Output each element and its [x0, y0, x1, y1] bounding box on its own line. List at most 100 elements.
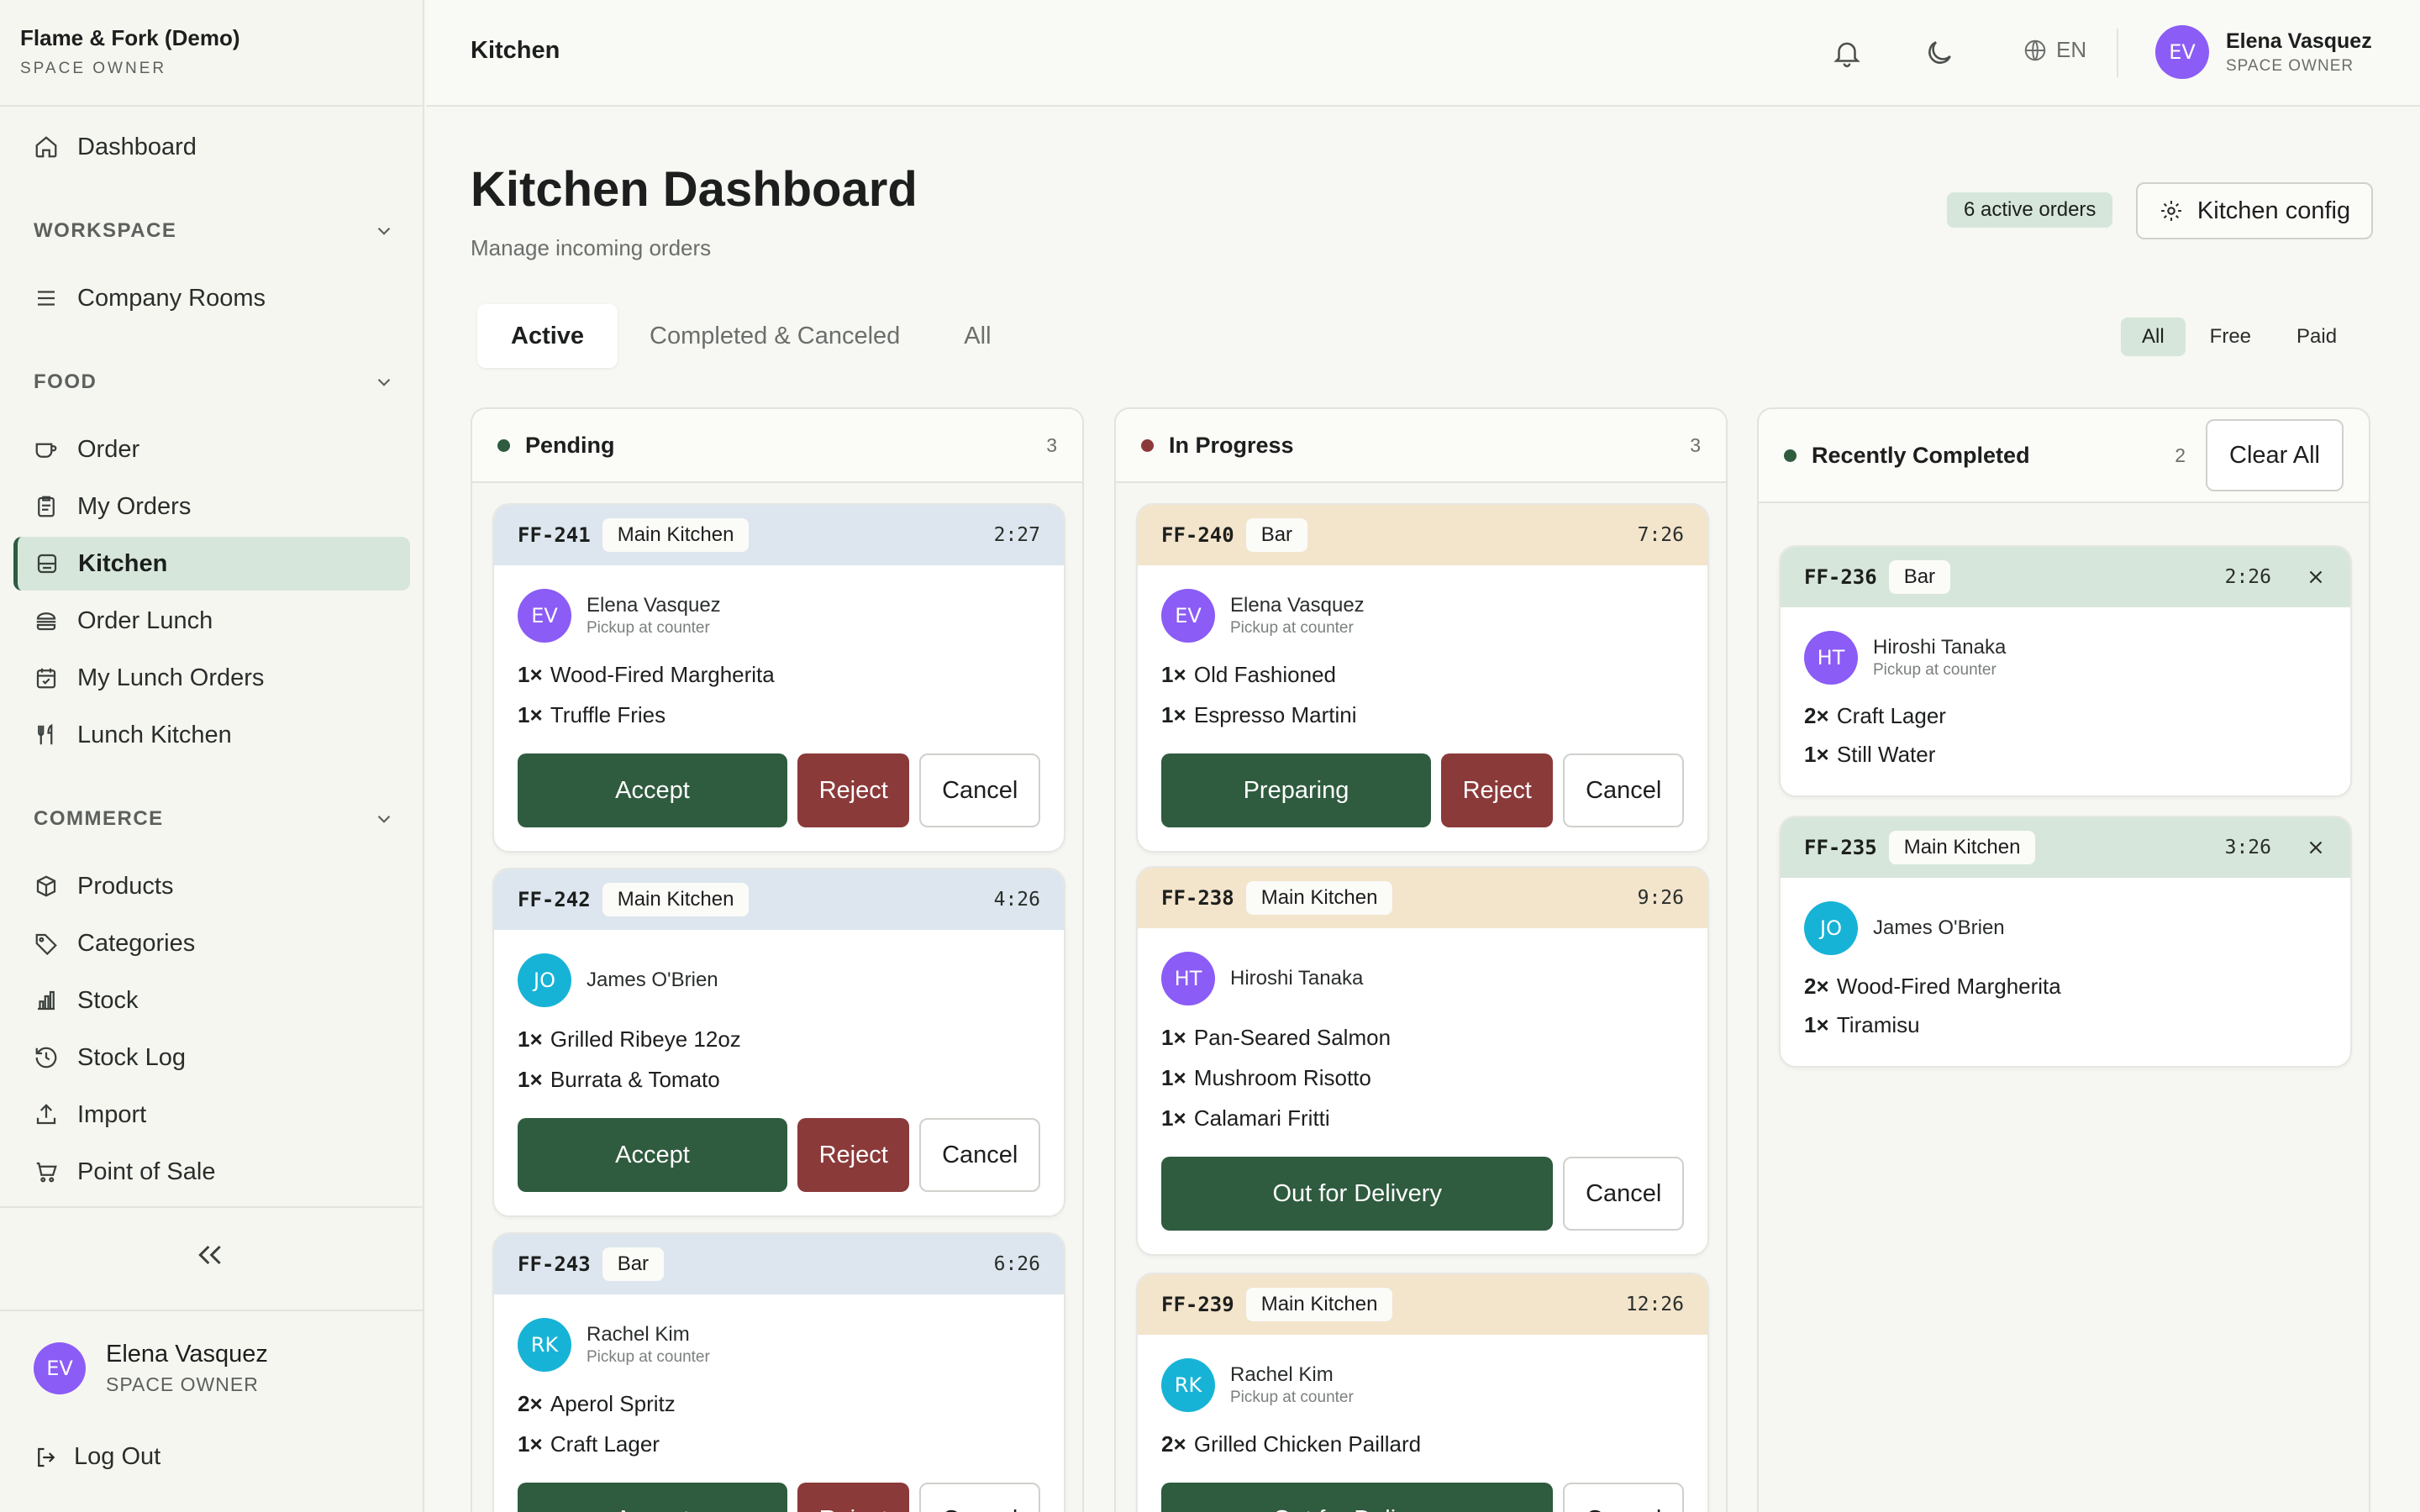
- column-count: 2: [2175, 444, 2186, 466]
- out-for-delivery-button[interactable]: Out for Delivery: [1161, 1157, 1554, 1231]
- tab-all[interactable]: All: [932, 304, 1023, 368]
- avatar: EV: [1161, 589, 1215, 643]
- customer: RK Rachel Kim Pickup at counter: [1161, 1358, 1684, 1412]
- avatar: JO: [518, 953, 571, 1007]
- notifications-button[interactable]: [1831, 37, 1863, 69]
- cancel-button[interactable]: Cancel: [1563, 1157, 1684, 1231]
- section-food-toggle[interactable]: FOOD: [34, 365, 395, 399]
- filter-free[interactable]: Free: [2189, 318, 2272, 356]
- order-card: FF-240 Bar 7:26 EV Elena Vasquez Pickup …: [1136, 503, 1709, 853]
- order-item: 1× Truffle Fries: [518, 695, 1040, 735]
- tab-active[interactable]: Active: [477, 304, 618, 368]
- order-timer: 3:26: [2224, 837, 2271, 858]
- item-qty: 2×: [518, 1390, 543, 1416]
- user-role: SPACE OWNER: [2226, 56, 2354, 75]
- cancel-button[interactable]: Cancel: [919, 1118, 1040, 1192]
- accept-button[interactable]: Accept: [518, 753, 787, 827]
- avatar: EV: [2155, 25, 2209, 79]
- order-card-header: FF-238 Main Kitchen 9:26: [1138, 868, 1707, 928]
- item-qty: 1×: [1161, 1024, 1186, 1050]
- theme-toggle-button[interactable]: [1923, 37, 1955, 69]
- status-dot: [497, 438, 510, 452]
- section-workspace-toggle[interactable]: WORKSPACE: [34, 214, 395, 248]
- order-item: 1× Espresso Martini: [1161, 695, 1684, 735]
- order-id: FF-241: [518, 523, 591, 547]
- sidebar-item-order[interactable]: Order: [13, 423, 410, 476]
- order-item: 1× Burrata & Tomato: [518, 1059, 1040, 1100]
- station-badge: Main Kitchen: [1888, 831, 2036, 864]
- item-qty: 1×: [1161, 1064, 1186, 1090]
- user-menu[interactable]: EV Elena Vasquez SPACE OWNER: [2155, 25, 2372, 79]
- brand-name: Flame & Fork (Demo): [20, 25, 240, 50]
- dismiss-button[interactable]: [2305, 837, 2327, 858]
- item-name: Mushroom Risotto: [1193, 1064, 1371, 1090]
- filter-paid[interactable]: Paid: [2275, 318, 2358, 356]
- section-commerce-toggle[interactable]: COMMERCE: [34, 802, 395, 836]
- sidebar-item-label: Stock Log: [77, 1043, 186, 1071]
- sidebar-item-label: Dashboard: [77, 133, 197, 160]
- preparing-button[interactable]: Preparing: [1161, 753, 1431, 827]
- accept-button[interactable]: Accept: [518, 1118, 787, 1192]
- sidebar-item-stock[interactable]: Stock: [13, 974, 410, 1027]
- filter-all[interactable]: All: [2121, 318, 2186, 356]
- item-qty: 1×: [518, 701, 543, 727]
- topbar-divider: [2117, 29, 2118, 77]
- chevron-down-icon: [373, 371, 395, 393]
- upload-icon: [34, 1102, 59, 1127]
- tab-completed-canceled[interactable]: Completed & Canceled: [618, 304, 932, 368]
- cancel-button[interactable]: Cancel: [1563, 1483, 1684, 1512]
- cancel-button[interactable]: Cancel: [1563, 753, 1684, 827]
- item-name: Espresso Martini: [1193, 701, 1357, 727]
- logout-button[interactable]: Log Out: [34, 1443, 160, 1471]
- collapse-sidebar-button[interactable]: [193, 1238, 227, 1272]
- order-item: 1× Pan-Seared Salmon: [1161, 1017, 1684, 1058]
- sidebar-item-lunch-kitchen[interactable]: Lunch Kitchen: [13, 708, 410, 762]
- sidebar-item-import[interactable]: Import: [13, 1088, 410, 1142]
- reject-button[interactable]: Reject: [797, 1118, 910, 1192]
- tag-icon: [34, 931, 59, 956]
- sidebar-item-order-lunch[interactable]: Order Lunch: [13, 594, 410, 648]
- sidebar-item-my-lunch-orders[interactable]: My Lunch Orders: [13, 651, 410, 705]
- order-item: 1× Old Fashioned: [1161, 654, 1684, 695]
- reject-button[interactable]: Reject: [1440, 753, 1554, 827]
- reject-button[interactable]: Reject: [797, 1483, 910, 1512]
- column-count: 3: [1690, 433, 1701, 456]
- sidebar-item-dashboard[interactable]: Dashboard: [13, 120, 410, 174]
- out-for-delivery-button[interactable]: Out for Delivery: [1161, 1483, 1554, 1512]
- item-qty: 2×: [1804, 973, 1829, 999]
- cancel-button[interactable]: Cancel: [919, 1483, 1040, 1512]
- cancel-button[interactable]: Cancel: [919, 753, 1040, 827]
- order-card: FF-236 Bar 2:26 HT Hiroshi Tanaka Pickup…: [1779, 545, 2352, 797]
- sidebar-item-company-rooms[interactable]: Company Rooms: [13, 271, 410, 325]
- language-selector[interactable]: EN: [2023, 37, 2086, 63]
- sidebar-item-stock-log[interactable]: Stock Log: [13, 1031, 410, 1084]
- sidebar-item-products[interactable]: Products: [13, 859, 410, 913]
- item-name: Old Fashioned: [1193, 661, 1336, 687]
- sidebar-item-categories[interactable]: Categories: [13, 916, 410, 970]
- sidebar-footer: EV Elena Vasquez SPACE OWNER Log Out: [0, 1206, 423, 1470]
- sidebar-item-label: Point of Sale: [77, 1158, 216, 1185]
- sidebar-item-kitchen[interactable]: Kitchen: [13, 537, 410, 591]
- pickup-note: Pickup at counter: [1230, 1389, 1354, 1406]
- sidebar-item-point-of-sale[interactable]: Point of Sale: [13, 1145, 410, 1199]
- sidebar-item-my-orders[interactable]: My Orders: [13, 480, 410, 533]
- sidebar-user[interactable]: EV Elena Vasquez SPACE OWNER: [0, 1310, 423, 1425]
- column-recently-completed: Recently Completed 2 Clear All FF-236 Ba…: [1757, 407, 2370, 1512]
- pickup-note: Pickup at counter: [1873, 661, 1996, 679]
- kitchen-config-button[interactable]: Kitchen config: [2136, 182, 2373, 239]
- item-qty: 1×: [1161, 661, 1186, 687]
- station-badge: Bar: [1888, 560, 1951, 594]
- accept-button[interactable]: Accept: [518, 1483, 787, 1512]
- order-card-header: FF-242 Main Kitchen 4:26: [494, 869, 1064, 930]
- order-id: FF-239: [1161, 1293, 1234, 1316]
- item-name: Grilled Chicken Paillard: [1193, 1431, 1422, 1457]
- avatar: EV: [518, 589, 571, 643]
- reject-button[interactable]: Reject: [797, 753, 910, 827]
- avatar: RK: [518, 1318, 571, 1372]
- logout-icon: [34, 1445, 59, 1470]
- column-header: In Progress 3: [1116, 409, 1726, 483]
- dismiss-button[interactable]: [2305, 566, 2327, 588]
- section-title: WORKSPACE: [34, 219, 177, 242]
- sidebar-item-label: Kitchen: [78, 549, 168, 577]
- clear-all-button[interactable]: Clear All: [2206, 419, 2344, 491]
